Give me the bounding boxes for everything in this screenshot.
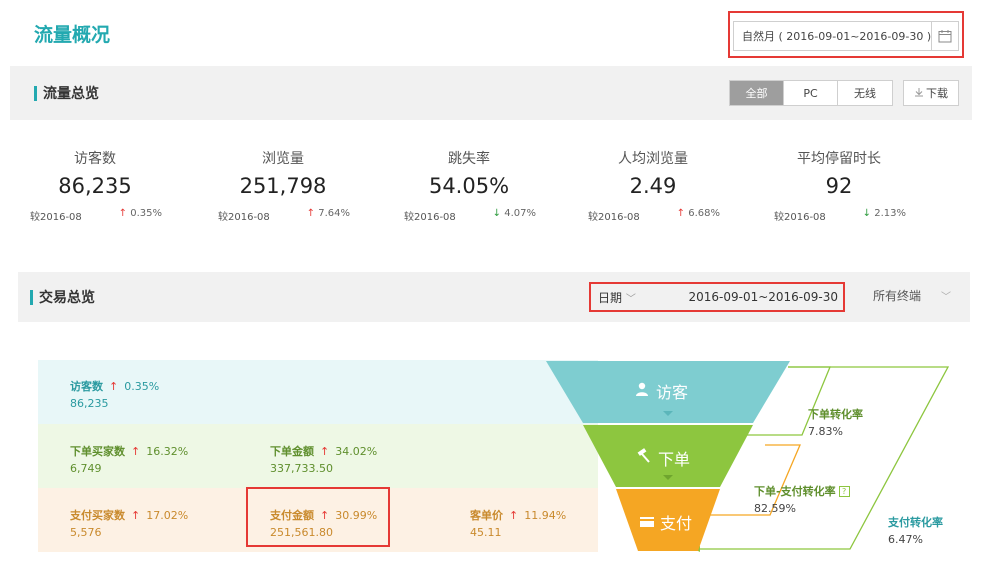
stat-value: 5,576 <box>70 526 102 539</box>
arrow-up-icon: ↑ <box>131 509 141 522</box>
metric-compare: 较2016-08 <box>30 212 82 223</box>
metric-change: 2.13% <box>874 208 906 219</box>
date-filter-dropdown[interactable]: 日期 ﹀ 2016-09-01~2016-09-30 <box>598 287 838 307</box>
metric-bounce-rate: 跳失率 54.05% 较2016-08 ↓ 4.07% <box>374 148 564 223</box>
hammer-icon <box>636 448 652 468</box>
conversion-order-rate: 下单转化率 7.83% <box>808 406 863 438</box>
metric-label: 人均浏览量 <box>618 151 688 167</box>
date-filter-value: 2016-09-01~2016-09-30 <box>688 290 838 304</box>
metric-compare: 较2016-08 <box>774 212 826 223</box>
arrow-up-icon: ↑ <box>676 208 686 219</box>
stat-pay-buyers: 支付买家数 ↑ 17.02% 5,576 <box>70 507 188 539</box>
metric-value: 54.05% <box>428 174 510 198</box>
segment-pc[interactable]: PC <box>784 81 838 105</box>
arrow-down-icon: ↓ <box>862 208 872 219</box>
traffic-overview-title: 流量总览 <box>34 83 99 103</box>
stat-rate: 16.32% <box>146 445 189 458</box>
conversion-value: 7.83% <box>808 425 843 438</box>
stat-visitors: 访客数 ↑ 0.35% 86,235 <box>70 378 159 410</box>
stat-name: 下单金额 <box>270 445 314 458</box>
funnel-pay-label: 支付 <box>640 510 692 534</box>
stat-rate: 0.35% <box>124 380 160 393</box>
terminal-label: 所有终端 <box>873 289 922 303</box>
stat-order-amount: 下单金额 ↑ 34.02% 337,733.50 <box>270 443 377 475</box>
date-range-picker[interactable]: 自然月 ( 2016-09-01~2016-09-30 ) <box>733 21 959 51</box>
stat-value: 6,749 <box>70 462 102 475</box>
trade-overview-title: 交易总览 <box>30 287 95 307</box>
metric-value: 2.49 <box>629 174 677 198</box>
stat-value: 251,561.80 <box>270 526 333 539</box>
funnel-pay-text: 支付 <box>660 514 693 533</box>
card-icon <box>640 513 654 532</box>
platform-segmented-control: 全部 PC 无线 <box>729 80 893 106</box>
metric-compare: 较2016-08 <box>404 212 456 223</box>
arrow-up-icon: ↑ <box>109 380 119 393</box>
segment-mobile[interactable]: 无线 <box>838 81 892 105</box>
conversion-order-pay-rate: 下单-支付转化率 ? 82.59% <box>754 483 850 515</box>
arrow-up-icon: ↑ <box>320 445 330 458</box>
stat-name: 访客数 <box>70 380 103 393</box>
terminal-dropdown[interactable]: 所有终端 ﹀ <box>873 287 951 304</box>
metric-visitors: 访客数 86,235 较2016-08 ↑ 0.35% <box>0 148 190 223</box>
help-icon[interactable]: ? <box>838 485 850 497</box>
conversion-name: 支付转化率 <box>888 516 943 529</box>
stat-value: 86,235 <box>70 397 109 410</box>
metric-change: 4.07% <box>504 208 536 219</box>
stat-rate: 30.99% <box>335 509 378 522</box>
segment-all[interactable]: 全部 <box>730 81 784 105</box>
arrow-up-icon: ↑ <box>131 445 141 458</box>
metric-compare: 较2016-08 <box>588 212 640 223</box>
chevron-down-icon: ﹀ <box>941 292 952 303</box>
metric-compare: 较2016-08 <box>218 212 270 223</box>
conversion-value: 82.59% <box>754 502 796 515</box>
arrow-up-icon: ↑ <box>306 208 316 219</box>
stat-name: 下单买家数 <box>70 445 125 458</box>
metric-change: 0.35% <box>130 208 162 219</box>
user-icon <box>634 381 650 401</box>
conversion-name: 下单-支付转化率 <box>754 485 836 498</box>
stat-order-buyers: 下单买家数 ↑ 16.32% 6,749 <box>70 443 188 475</box>
metric-avg-duration: 平均停留时长 92 较2016-08 ↓ 2.13% <box>744 148 934 223</box>
metric-change: 7.64% <box>318 208 350 219</box>
metric-avg-pageviews: 人均浏览量 2.49 较2016-08 ↑ 6.68% <box>558 148 748 223</box>
stat-pay-amount: 支付金额 ↑ 30.99% 251,561.80 <box>270 507 377 539</box>
calendar-icon[interactable] <box>931 22 958 50</box>
metric-label: 浏览量 <box>262 151 304 167</box>
funnel-visit-text: 访客 <box>656 383 689 402</box>
stat-value: 337,733.50 <box>270 462 333 475</box>
conversion-name: 下单转化率 <box>808 408 863 421</box>
download-button[interactable]: 下载 <box>903 80 959 106</box>
funnel-visit-label: 访客 <box>634 379 688 403</box>
metric-label: 跳失率 <box>448 151 490 167</box>
arrow-up-icon: ↑ <box>118 208 128 219</box>
arrow-down-icon: ↓ <box>492 208 502 219</box>
download-label: 下载 <box>926 87 948 100</box>
metric-value: 86,235 <box>58 174 132 198</box>
date-range-text: 自然月 ( 2016-09-01~2016-09-30 ) <box>742 30 932 43</box>
metric-label: 平均停留时长 <box>797 151 881 167</box>
arrow-up-icon: ↑ <box>509 509 519 522</box>
conversion-pay-rate: 支付转化率 6.47% <box>888 514 943 546</box>
download-icon <box>914 87 924 100</box>
arrow-up-icon: ↑ <box>320 509 330 522</box>
metric-label: 访客数 <box>74 151 116 167</box>
stat-name: 客单价 <box>470 509 503 522</box>
metric-pageviews: 浏览量 251,798 较2016-08 ↑ 7.64% <box>188 148 378 223</box>
chevron-down-icon: ﹀ <box>625 293 636 305</box>
stat-rate: 34.02% <box>335 445 378 458</box>
page-title: 流量概况 <box>34 24 111 46</box>
funnel-order-text: 下单 <box>658 450 691 469</box>
funnel-order-label: 下单 <box>636 446 690 470</box>
metric-value: 251,798 <box>239 174 327 198</box>
conversion-value: 6.47% <box>888 533 923 546</box>
metric-value: 92 <box>825 174 853 198</box>
stat-name: 支付金额 <box>270 509 314 522</box>
date-filter-label: 日期 <box>598 290 623 305</box>
stat-rate: 17.02% <box>146 509 189 522</box>
metric-change: 6.68% <box>688 208 720 219</box>
stat-name: 支付买家数 <box>70 509 125 522</box>
